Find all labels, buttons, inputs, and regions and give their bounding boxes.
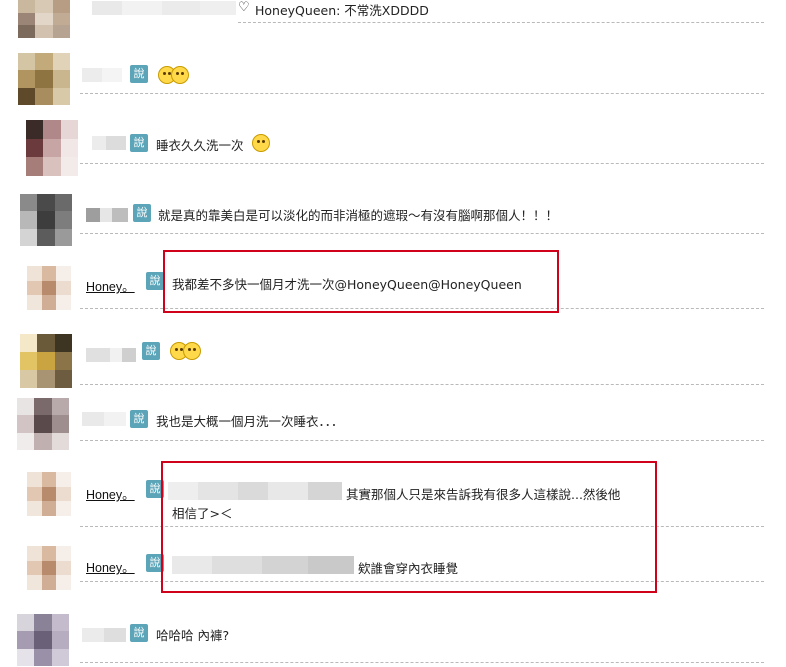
username-redacted [86, 348, 136, 362]
comment-row: 說 [0, 50, 786, 106]
highlight-box [163, 250, 559, 313]
divider [238, 22, 764, 23]
comment-text: 哈哈哈 內褲? [156, 628, 230, 643]
grin-emoticon-icon [183, 342, 201, 360]
says-badge: 說 [130, 624, 148, 642]
comment-row: 說 哈哈哈 內褲? [0, 604, 786, 667]
heart-icon: ♡ [238, 0, 250, 15]
says-badge: 說 [130, 410, 148, 428]
comment-row: 說 我也是大概一個月洗一次睡衣．．． [0, 394, 786, 452]
avatar[interactable] [17, 614, 69, 666]
username-link[interactable]: Honey。 [86, 557, 135, 576]
avatar[interactable] [17, 398, 69, 450]
divider [80, 662, 764, 663]
comment-text: 我也是大概一個月洗一次睡衣．．． [156, 414, 344, 429]
username-redacted [86, 208, 128, 222]
username-redacted [82, 68, 122, 82]
divider [80, 93, 764, 94]
avatar[interactable] [20, 194, 72, 246]
comment-row: 說 [0, 322, 786, 388]
username-redacted [92, 136, 126, 150]
says-badge: 說 [130, 65, 148, 83]
avatar[interactable] [27, 546, 71, 590]
divider [80, 384, 764, 385]
comment-row: 說 睡衣久久洗一次 [0, 118, 786, 176]
highlight-box [161, 461, 657, 593]
avatar[interactable] [18, 53, 70, 105]
username-redacted [82, 412, 126, 426]
comment-text: 睡衣久久洗一次 [156, 138, 244, 153]
says-badge: 說 [146, 272, 164, 290]
username-redacted [82, 628, 126, 642]
says-badge: 說 [130, 134, 148, 152]
divider [80, 233, 764, 234]
comment-text: HoneyQueen: 不常洗XDDDD [255, 3, 429, 18]
divider [80, 163, 764, 164]
comment-row: ♡ HoneyQueen: 不常洗XDDDD [0, 0, 786, 38]
says-badge: 說 [142, 342, 160, 360]
username-link[interactable]: Honey。 [86, 276, 135, 295]
grin-emoticon-icon [171, 66, 189, 84]
comment-row: 說 就是真的靠美白是可以淡化的而非消極的遮瑕～有沒有腦啊那個人！！！ [0, 188, 786, 248]
says-badge: 說 [133, 204, 151, 222]
username-link[interactable]: Honey。 [86, 484, 135, 503]
avatar[interactable] [27, 472, 71, 516]
avatar[interactable] [20, 334, 72, 388]
tongue-emoticon-icon [252, 134, 270, 152]
divider [80, 440, 764, 441]
comment-text: 就是真的靠美白是可以淡化的而非消極的遮瑕～有沒有腦啊那個人！！！ [158, 208, 559, 223]
avatar[interactable] [27, 266, 71, 310]
avatar[interactable] [18, 0, 70, 38]
username-redacted [200, 1, 236, 15]
avatar[interactable] [26, 120, 78, 176]
